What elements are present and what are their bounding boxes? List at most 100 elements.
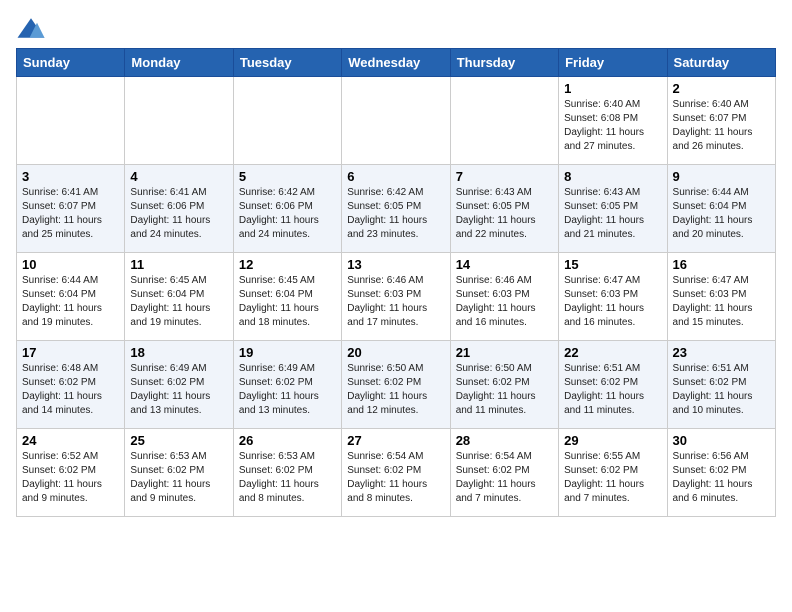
calendar-cell: 29 Sunrise: 6:55 AM Sunset: 6:02 PM Dayli… (559, 429, 667, 517)
day-info: Sunrise: 6:41 AM Sunset: 6:06 PM Dayligh… (130, 186, 227, 242)
calendar-cell: 28 Sunrise: 6:54 AM Sunset: 6:02 PM Dayli… (450, 429, 558, 517)
day-number: 11 (130, 257, 227, 272)
day-info: Sunrise: 6:56 AM Sunset: 6:02 PM Dayligh… (673, 450, 770, 506)
day-info: Sunrise: 6:48 AM Sunset: 6:02 PM Dayligh… (22, 362, 119, 418)
day-number: 16 (673, 257, 770, 272)
day-info: Sunrise: 6:40 AM Sunset: 6:07 PM Dayligh… (673, 98, 770, 154)
day-number: 2 (673, 81, 770, 96)
day-number: 17 (22, 345, 119, 360)
day-number: 9 (673, 169, 770, 184)
calendar-cell: 30 Sunrise: 6:56 AM Sunset: 6:02 PM Dayli… (667, 429, 775, 517)
calendar-week-row: 3 Sunrise: 6:41 AM Sunset: 6:07 PM Daylig… (17, 165, 776, 253)
day-info: Sunrise: 6:47 AM Sunset: 6:03 PM Dayligh… (564, 274, 661, 330)
calendar-cell: 10 Sunrise: 6:44 AM Sunset: 6:04 PM Dayli… (17, 253, 125, 341)
day-number: 23 (673, 345, 770, 360)
calendar-cell (233, 77, 341, 165)
header-friday: Friday (559, 49, 667, 77)
day-number: 12 (239, 257, 336, 272)
calendar-cell: 6 Sunrise: 6:42 AM Sunset: 6:05 PM Daylig… (342, 165, 450, 253)
day-info: Sunrise: 6:42 AM Sunset: 6:05 PM Dayligh… (347, 186, 444, 242)
calendar-cell: 26 Sunrise: 6:53 AM Sunset: 6:02 PM Dayli… (233, 429, 341, 517)
day-info: Sunrise: 6:41 AM Sunset: 6:07 PM Dayligh… (22, 186, 119, 242)
day-number: 25 (130, 433, 227, 448)
day-info: Sunrise: 6:43 AM Sunset: 6:05 PM Dayligh… (456, 186, 553, 242)
day-number: 3 (22, 169, 119, 184)
calendar-cell (342, 77, 450, 165)
day-number: 7 (456, 169, 553, 184)
day-number: 14 (456, 257, 553, 272)
calendar-cell: 17 Sunrise: 6:48 AM Sunset: 6:02 PM Dayli… (17, 341, 125, 429)
calendar-cell: 14 Sunrise: 6:46 AM Sunset: 6:03 PM Dayli… (450, 253, 558, 341)
day-info: Sunrise: 6:49 AM Sunset: 6:02 PM Dayligh… (130, 362, 227, 418)
day-info: Sunrise: 6:54 AM Sunset: 6:02 PM Dayligh… (456, 450, 553, 506)
day-info: Sunrise: 6:44 AM Sunset: 6:04 PM Dayligh… (22, 274, 119, 330)
calendar-week-row: 1Sunrise: 6:40 AM Sunset: 6:08 PM Daylig… (17, 77, 776, 165)
header-tuesday: Tuesday (233, 49, 341, 77)
day-info: Sunrise: 6:47 AM Sunset: 6:03 PM Dayligh… (673, 274, 770, 330)
day-info: Sunrise: 6:40 AM Sunset: 6:08 PM Dayligh… (564, 98, 661, 154)
calendar-cell: 1Sunrise: 6:40 AM Sunset: 6:08 PM Daylig… (559, 77, 667, 165)
day-number: 24 (22, 433, 119, 448)
calendar-cell (17, 77, 125, 165)
day-number: 27 (347, 433, 444, 448)
day-info: Sunrise: 6:46 AM Sunset: 6:03 PM Dayligh… (456, 274, 553, 330)
day-number: 29 (564, 433, 661, 448)
day-info: Sunrise: 6:42 AM Sunset: 6:06 PM Dayligh… (239, 186, 336, 242)
calendar-cell: 15 Sunrise: 6:47 AM Sunset: 6:03 PM Dayli… (559, 253, 667, 341)
day-number: 21 (456, 345, 553, 360)
day-info: Sunrise: 6:53 AM Sunset: 6:02 PM Dayligh… (130, 450, 227, 506)
calendar-cell: 23 Sunrise: 6:51 AM Sunset: 6:02 PM Dayli… (667, 341, 775, 429)
calendar-table: SundayMondayTuesdayWednesdayThursdayFrid… (16, 48, 776, 517)
calendar-week-row: 24Sunrise: 6:52 AM Sunset: 6:02 PM Dayli… (17, 429, 776, 517)
calendar-cell: 21 Sunrise: 6:50 AM Sunset: 6:02 PM Dayli… (450, 341, 558, 429)
day-info: Sunrise: 6:55 AM Sunset: 6:02 PM Dayligh… (564, 450, 661, 506)
day-info: Sunrise: 6:45 AM Sunset: 6:04 PM Dayligh… (130, 274, 227, 330)
day-info: Sunrise: 6:49 AM Sunset: 6:02 PM Dayligh… (239, 362, 336, 418)
calendar-cell: 3 Sunrise: 6:41 AM Sunset: 6:07 PM Daylig… (17, 165, 125, 253)
day-number: 22 (564, 345, 661, 360)
day-number: 28 (456, 433, 553, 448)
day-number: 26 (239, 433, 336, 448)
day-number: 19 (239, 345, 336, 360)
calendar-cell: 20 Sunrise: 6:50 AM Sunset: 6:02 PM Dayli… (342, 341, 450, 429)
day-info: Sunrise: 6:50 AM Sunset: 6:02 PM Dayligh… (347, 362, 444, 418)
calendar-cell (125, 77, 233, 165)
day-info: Sunrise: 6:50 AM Sunset: 6:02 PM Dayligh… (456, 362, 553, 418)
calendar-cell (450, 77, 558, 165)
calendar-cell: 13Sunrise: 6:46 AM Sunset: 6:03 PM Dayli… (342, 253, 450, 341)
calendar-cell: 9 Sunrise: 6:44 AM Sunset: 6:04 PM Daylig… (667, 165, 775, 253)
logo-icon (16, 16, 46, 40)
calendar-cell: 25 Sunrise: 6:53 AM Sunset: 6:02 PM Dayli… (125, 429, 233, 517)
calendar-week-row: 17 Sunrise: 6:48 AM Sunset: 6:02 PM Dayli… (17, 341, 776, 429)
calendar-cell: 7 Sunrise: 6:43 AM Sunset: 6:05 PM Daylig… (450, 165, 558, 253)
calendar-week-row: 10 Sunrise: 6:44 AM Sunset: 6:04 PM Dayli… (17, 253, 776, 341)
day-info: Sunrise: 6:51 AM Sunset: 6:02 PM Dayligh… (673, 362, 770, 418)
day-info: Sunrise: 6:44 AM Sunset: 6:04 PM Dayligh… (673, 186, 770, 242)
day-info: Sunrise: 6:53 AM Sunset: 6:02 PM Dayligh… (239, 450, 336, 506)
day-number: 20 (347, 345, 444, 360)
calendar-cell: 22 Sunrise: 6:51 AM Sunset: 6:02 PM Dayli… (559, 341, 667, 429)
calendar-cell: 18 Sunrise: 6:49 AM Sunset: 6:02 PM Dayli… (125, 341, 233, 429)
day-number: 8 (564, 169, 661, 184)
logo (16, 16, 50, 40)
calendar-cell: 24Sunrise: 6:52 AM Sunset: 6:02 PM Dayli… (17, 429, 125, 517)
calendar-cell: 12 Sunrise: 6:45 AM Sunset: 6:04 PM Dayli… (233, 253, 341, 341)
calendar-cell: 8 Sunrise: 6:43 AM Sunset: 6:05 PM Daylig… (559, 165, 667, 253)
day-number: 6 (347, 169, 444, 184)
day-number: 10 (22, 257, 119, 272)
day-info: Sunrise: 6:51 AM Sunset: 6:02 PM Dayligh… (564, 362, 661, 418)
day-number: 18 (130, 345, 227, 360)
day-number: 4 (130, 169, 227, 184)
day-info: Sunrise: 6:46 AM Sunset: 6:03 PM Dayligh… (347, 274, 444, 330)
day-info: Sunrise: 6:43 AM Sunset: 6:05 PM Dayligh… (564, 186, 661, 242)
day-info: Sunrise: 6:54 AM Sunset: 6:02 PM Dayligh… (347, 450, 444, 506)
day-info: Sunrise: 6:45 AM Sunset: 6:04 PM Dayligh… (239, 274, 336, 330)
day-number: 30 (673, 433, 770, 448)
header-sunday: Sunday (17, 49, 125, 77)
calendar-cell: 2 Sunrise: 6:40 AM Sunset: 6:07 PM Daylig… (667, 77, 775, 165)
calendar-header-row: SundayMondayTuesdayWednesdayThursdayFrid… (17, 49, 776, 77)
header-monday: Monday (125, 49, 233, 77)
header-wednesday: Wednesday (342, 49, 450, 77)
day-number: 15 (564, 257, 661, 272)
calendar-cell: 4 Sunrise: 6:41 AM Sunset: 6:06 PM Daylig… (125, 165, 233, 253)
